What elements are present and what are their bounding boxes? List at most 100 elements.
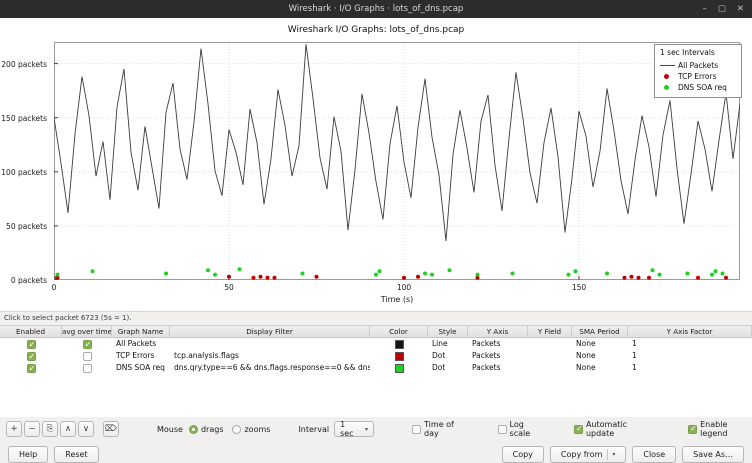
avg-over-time-checkbox[interactable] [83, 340, 92, 349]
column-header-sma-period: SMA Period [572, 326, 628, 337]
y-tick-label: 100 packets [1, 168, 47, 177]
x-tick-label: 150 [572, 283, 586, 292]
sma-period-cell[interactable]: None [572, 362, 628, 374]
enable-legend-checkbox[interactable]: Enable legend [688, 420, 746, 438]
checkbox-icon [688, 425, 697, 434]
clear-graph-button[interactable]: ⌦ [103, 421, 119, 437]
y-tick-label: 50 packets [6, 222, 47, 231]
remove-graph-button[interactable]: − [24, 421, 40, 437]
close-icon[interactable]: ✕ [737, 0, 744, 18]
close-button[interactable]: Close [632, 446, 676, 463]
radio-icon [189, 425, 198, 434]
color-swatch[interactable] [395, 352, 404, 361]
column-header-y-axis-factor: Y Axis Factor [628, 326, 752, 337]
avg-over-time-checkbox[interactable] [83, 364, 92, 373]
interval-value: 1 sec [340, 420, 358, 438]
style-cell[interactable]: Dot [428, 362, 468, 374]
sma-period-cell[interactable]: None [572, 338, 628, 350]
move-down-graph-button[interactable]: ∨ [78, 421, 94, 437]
add-graph-button[interactable]: + [6, 421, 22, 437]
help-button[interactable]: Help [8, 446, 48, 463]
copy-graph-button[interactable]: ⎘ [42, 421, 58, 437]
display-filter-cell[interactable]: dns.qry.type==6 && dns.flags.response==0… [170, 362, 370, 374]
io-graph-panel: Wireshark I/O Graphs: lots_of_dns.pcap 0… [0, 18, 752, 312]
display-filter-cell[interactable]: tcp.analysis.flags [170, 350, 370, 362]
y-tick-label: 150 packets [1, 114, 47, 123]
mouse-label: Mouse [157, 425, 183, 434]
y-tick-label: 200 packets [1, 60, 47, 69]
dot-sample-icon [660, 85, 678, 90]
graph-row[interactable]: DNS SOA reqdns.qry.type==6 && dns.flags.… [0, 362, 752, 374]
color-swatch[interactable] [395, 364, 404, 373]
y-axis-labels: 0 packets50 packets100 packets150 packet… [0, 42, 50, 280]
style-cell[interactable]: Line [428, 338, 468, 350]
avg-over-time-checkbox[interactable] [83, 352, 92, 361]
graph-name-cell[interactable]: DNS SOA req [112, 362, 170, 374]
checkbox-icon [498, 425, 507, 434]
log-scale-checkbox[interactable]: Log scale [498, 420, 539, 438]
legend-item: TCP Errors [660, 71, 736, 82]
automatic-update-checkbox[interactable]: Automatic update [574, 420, 644, 438]
table-body: All PacketsLinePacketsNone1TCP Errorstcp… [0, 338, 752, 417]
sma-period-cell[interactable]: None [572, 350, 628, 362]
enabled-checkbox[interactable] [27, 364, 36, 373]
chart-legend: 1 sec Intervals All PacketsTCP ErrorsDNS… [654, 44, 742, 98]
graph-toolbar: +−⎘∧∨ ⌦ [6, 421, 119, 437]
column-header-color: Color [370, 326, 428, 337]
interval-label: Interval [298, 425, 329, 434]
copy-from-button[interactable]: Copy from▾ [550, 446, 626, 463]
column-header-avg-over-time: avg over time [62, 326, 112, 337]
y-axis-factor-cell[interactable]: 1 [628, 338, 752, 350]
mouse-radio-group: drags zooms [189, 425, 270, 434]
y-axis-cell[interactable]: Packets [468, 362, 528, 374]
mouse-zooms-radio[interactable]: zooms [232, 425, 270, 434]
column-header-enabled: Enabled [0, 326, 62, 337]
graph-name-cell[interactable]: TCP Errors [112, 350, 170, 362]
color-swatch[interactable] [395, 340, 404, 349]
column-header-y-axis: Y Axis [468, 326, 528, 337]
graph-row[interactable]: All Packets LinePackets None1 [0, 338, 752, 350]
line-sample-icon [660, 65, 678, 66]
reset-button[interactable]: Reset [54, 446, 98, 463]
y-tick-label: 0 packets [11, 276, 47, 285]
dot-sample-icon [660, 74, 678, 79]
status-hint: Click to select packet 6723 (5s = 1). [0, 312, 752, 325]
io-graph-plot[interactable] [54, 42, 740, 280]
x-tick-label: 100 [397, 283, 411, 292]
graph-row[interactable]: TCP Errorstcp.analysis.flags DotPackets No… [0, 350, 752, 362]
checkbox-icon [412, 425, 421, 434]
enabled-checkbox[interactable] [27, 352, 36, 361]
column-header-y-field: Y Field [528, 326, 572, 337]
legend-item: All Packets [660, 60, 736, 71]
titlebar: Wireshark · I/O Graphs · lots_of_dns.pca… [0, 0, 752, 18]
y-axis-factor-cell[interactable]: 1 [628, 362, 752, 374]
graph-name-cell[interactable]: All Packets [112, 338, 170, 350]
x-tick-label: 50 [224, 283, 234, 292]
io-graph-svg [54, 42, 740, 280]
y-axis-factor-cell[interactable]: 1 [628, 350, 752, 362]
move-up-graph-button[interactable]: ∧ [60, 421, 76, 437]
copy-button[interactable]: Copy [502, 446, 544, 463]
x-axis-title: Time (s) [54, 295, 740, 304]
footer-right-buttons: Copy Copy from▾ Close Save As… [502, 446, 744, 463]
interval-select[interactable]: 1 sec ▾ [334, 421, 374, 437]
column-header-graph-name: Graph Name [112, 326, 170, 337]
style-cell[interactable]: Dot [428, 350, 468, 362]
options-checkbox-group: Time of day Log scale Automatic update Enab… [374, 420, 746, 438]
time-of-day-checkbox[interactable]: Time of day [412, 420, 462, 438]
save-as-button[interactable]: Save As… [682, 446, 744, 463]
mouse-drags-radio[interactable]: drags [189, 425, 224, 434]
chevron-down-icon: ▾ [365, 426, 368, 433]
legend-items: All PacketsTCP ErrorsDNS SOA req [660, 60, 736, 93]
column-header-style: Style [428, 326, 468, 337]
footer-left-buttons: Help Reset [8, 446, 99, 463]
minimize-icon[interactable]: – [703, 0, 707, 18]
maximize-icon[interactable]: ▢ [718, 0, 726, 18]
y-axis-cell[interactable]: Packets [468, 350, 528, 362]
table-header: Enabledavg over timeGraph NameDisplay Fi… [0, 325, 752, 338]
chart-title: Wireshark I/O Graphs: lots_of_dns.pcap [0, 18, 752, 35]
y-axis-cell[interactable]: Packets [468, 338, 528, 350]
enabled-checkbox[interactable] [27, 340, 36, 349]
x-tick-label: 0 [52, 283, 57, 292]
chevron-down-icon: ▾ [607, 449, 615, 460]
